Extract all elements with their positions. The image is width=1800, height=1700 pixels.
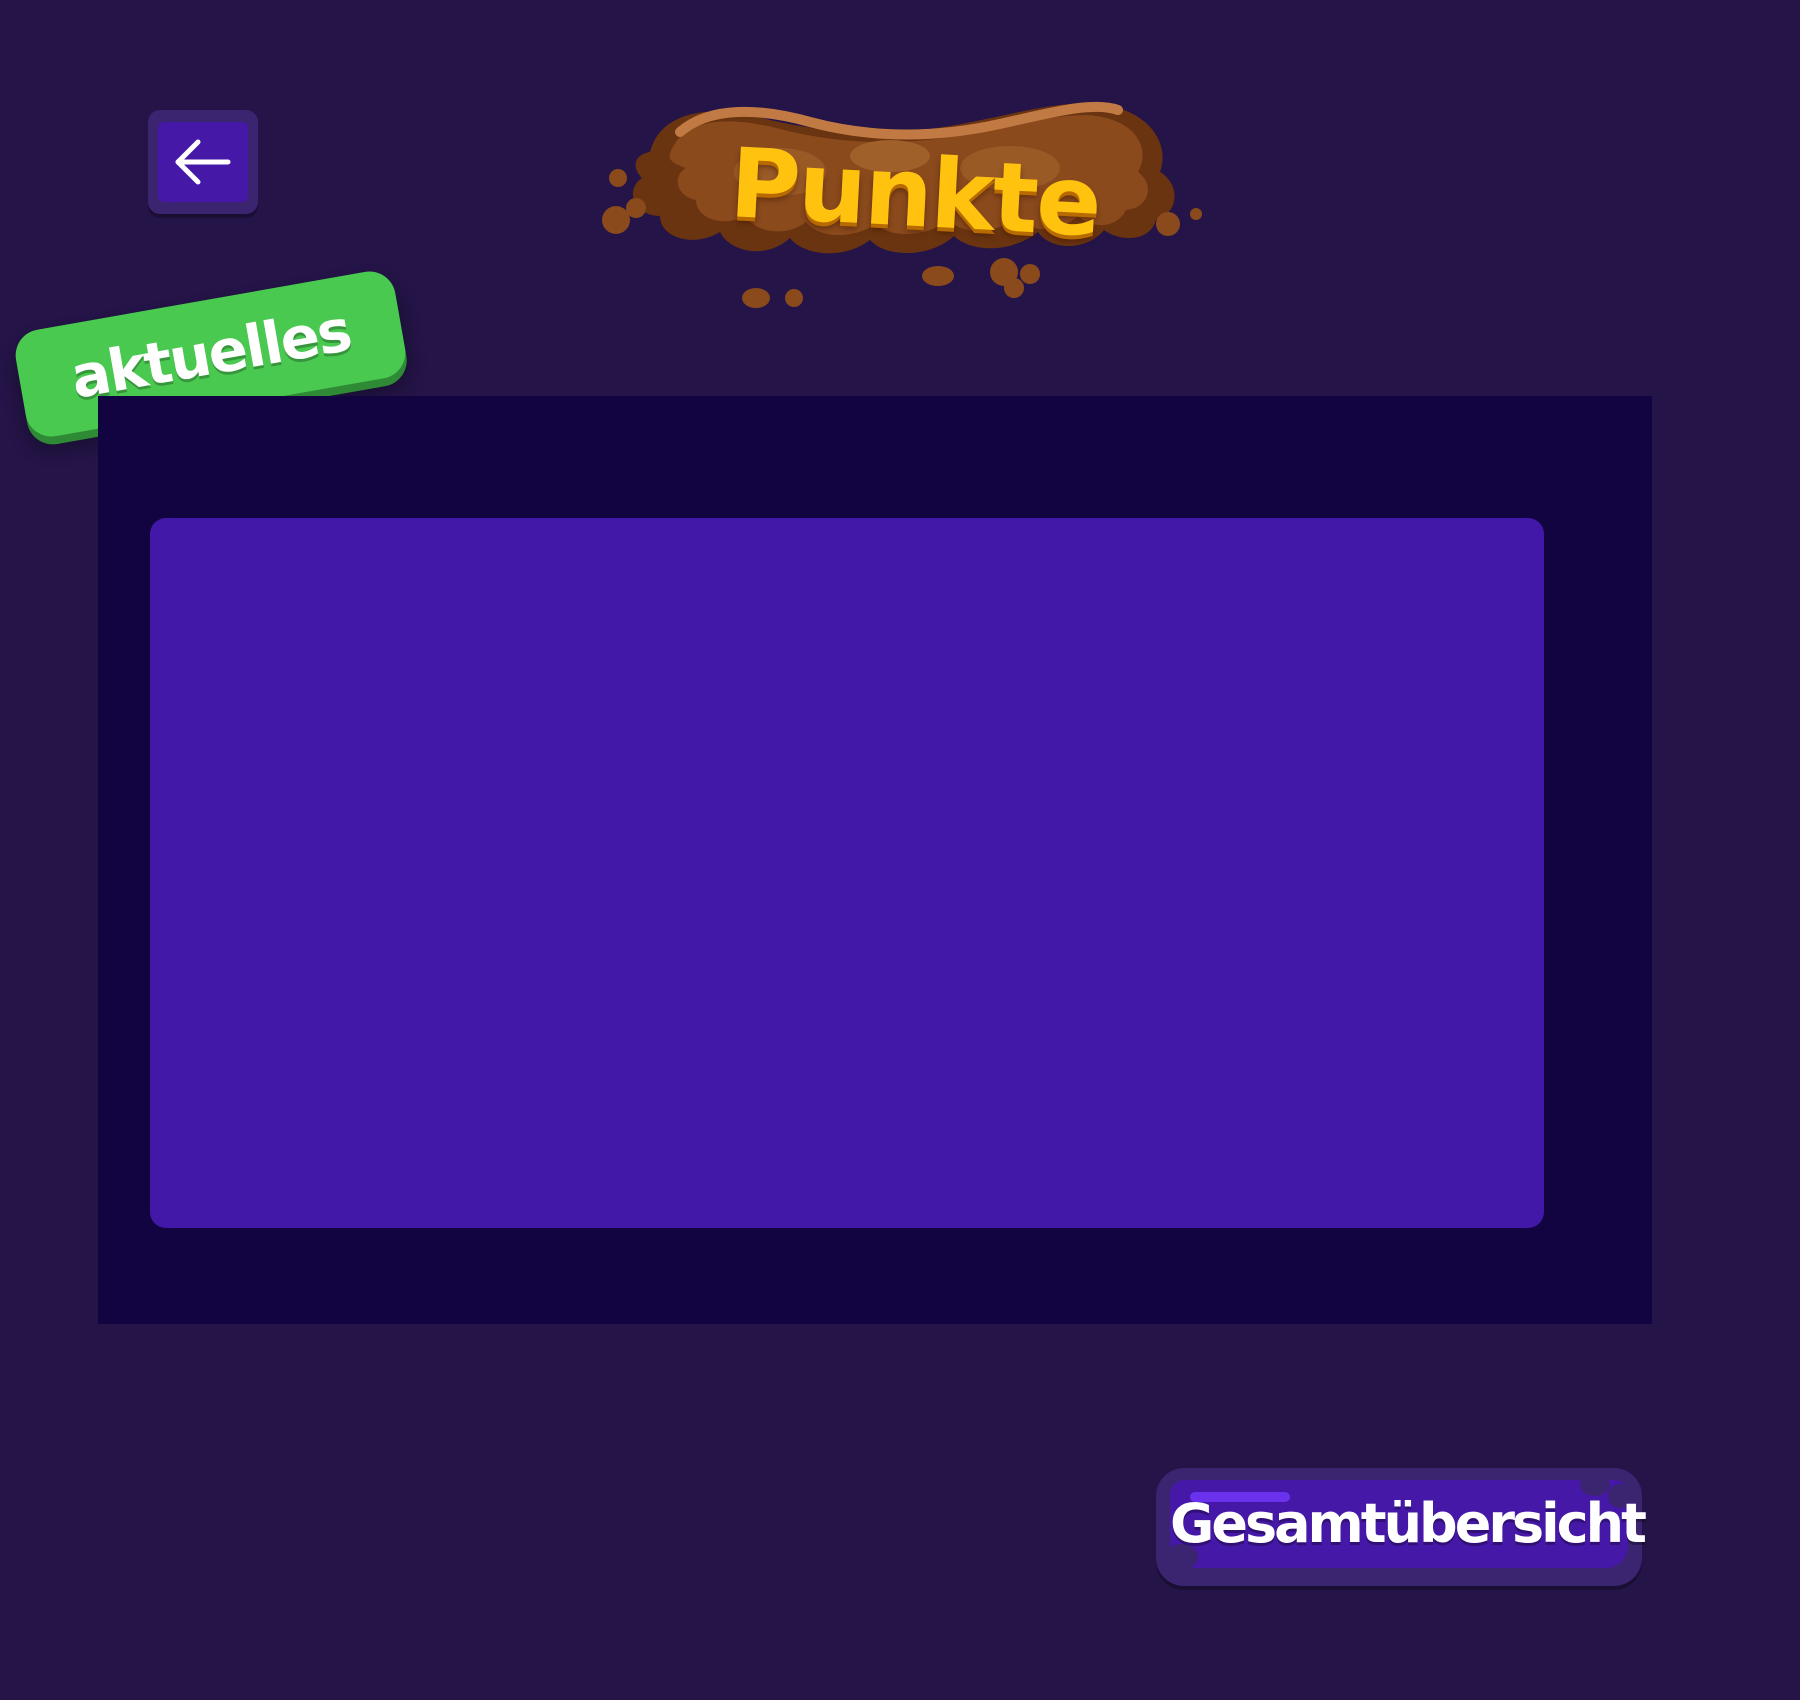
arrow-left-icon bbox=[175, 139, 231, 185]
title-logo: Punkte bbox=[590, 92, 1210, 317]
back-button[interactable] bbox=[148, 110, 258, 214]
overview-button[interactable]: Gesamtübersicht bbox=[1156, 1468, 1647, 1586]
score-board bbox=[98, 396, 1652, 1324]
back-button-face bbox=[158, 122, 248, 202]
page-title: Punkte bbox=[727, 127, 1103, 259]
overview-button-face: Gesamtübersicht bbox=[1164, 1474, 1647, 1570]
overview-button-label: Gesamtübersicht bbox=[1170, 1492, 1647, 1555]
score-panel bbox=[150, 518, 1544, 1228]
